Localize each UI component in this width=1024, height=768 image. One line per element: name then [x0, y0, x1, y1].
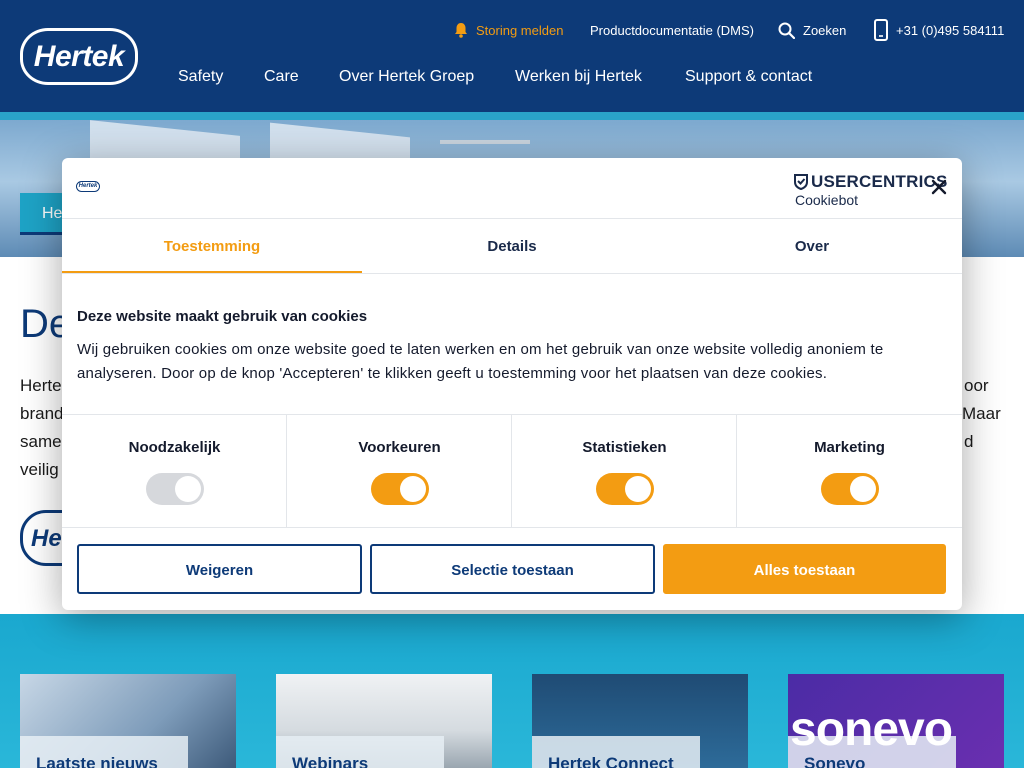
- tab-over[interactable]: Over: [662, 218, 962, 274]
- divider: [62, 273, 962, 274]
- toggle-noodzakelijk: [146, 473, 204, 505]
- dialog-body-text: Wij gebruiken cookies om onze website go…: [77, 341, 884, 382]
- category-statistieken: Statistieken: [512, 415, 737, 527]
- tab-toestemming[interactable]: Toestemming: [62, 218, 362, 274]
- category-noodzakelijk: Noodzakelijk: [62, 415, 287, 527]
- close-button[interactable]: [928, 176, 950, 198]
- toggle-marketing[interactable]: [821, 473, 879, 505]
- toggle-voorkeuren[interactable]: [371, 473, 429, 505]
- dialog-heading: Deze website maakt gebruik van cookies: [77, 308, 368, 325]
- cookie-consent-dialog: Hertek USERCENTRICS Cookiebot Toestemmin…: [62, 158, 962, 610]
- tab-details[interactable]: Details: [362, 218, 662, 274]
- toggle-knob: [625, 476, 651, 502]
- shield-icon: [794, 174, 808, 190]
- category-label: Voorkeuren: [358, 439, 441, 456]
- divider: [62, 527, 962, 528]
- close-icon: [931, 179, 947, 195]
- toggle-knob: [400, 476, 426, 502]
- brand-line2: Cookiebot: [795, 192, 859, 208]
- category-voorkeuren: Voorkeuren: [287, 415, 512, 527]
- toggle-knob: [175, 476, 201, 502]
- usercentrics-brand[interactable]: USERCENTRICS Cookiebot: [794, 172, 948, 208]
- dialog-logo: Hertek: [76, 181, 100, 192]
- toggle-knob: [850, 476, 876, 502]
- dialog-logo-text: Hertek: [78, 183, 98, 189]
- category-marketing: Marketing: [737, 415, 962, 527]
- category-label: Marketing: [814, 439, 885, 456]
- category-label: Statistieken: [582, 439, 667, 456]
- category-label: Noodzakelijk: [128, 439, 221, 456]
- toggle-statistieken[interactable]: [596, 473, 654, 505]
- decline-button[interactable]: Weigeren: [77, 544, 362, 594]
- allow-all-button[interactable]: Alles toestaan: [663, 544, 946, 594]
- allow-selection-button[interactable]: Selectie toestaan: [370, 544, 655, 594]
